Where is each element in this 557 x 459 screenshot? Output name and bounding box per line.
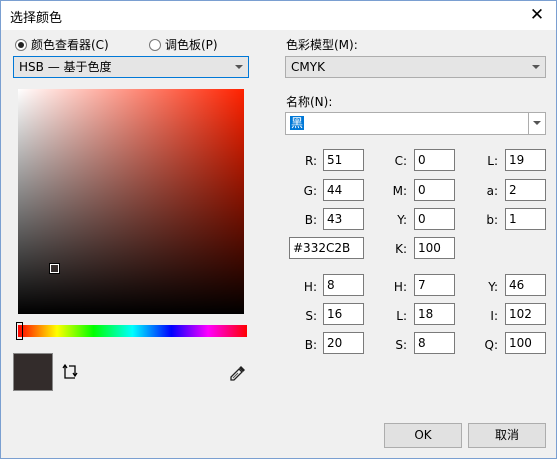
hls-l-label: L: xyxy=(396,309,407,323)
yiq-i-label: I: xyxy=(490,309,498,323)
c-field[interactable]: 0 xyxy=(414,149,455,171)
radio-dot xyxy=(15,38,27,51)
r-field[interactable]: 51 xyxy=(323,149,364,171)
yiq-q-label: Q: xyxy=(484,338,499,352)
hls-h-field[interactable]: 7 xyxy=(414,274,455,296)
radio-color-viewer[interactable]: 颜色查看器(C) xyxy=(15,36,109,53)
y-field[interactable]: 0 xyxy=(414,208,455,230)
viewer-select-value: HSB — 基于色度 xyxy=(19,60,112,74)
name-combobox[interactable]: 黑 xyxy=(285,112,546,135)
m-field[interactable]: 0 xyxy=(414,179,455,201)
name-value: 黑 xyxy=(290,116,305,130)
g-label: G: xyxy=(303,184,317,198)
m-label: M: xyxy=(392,184,407,198)
eyedropper-icon[interactable] xyxy=(229,364,247,382)
lab-b-label: b: xyxy=(486,213,498,227)
lab-a-label: a: xyxy=(486,184,498,198)
chevron-down-icon[interactable] xyxy=(528,113,545,134)
g-field[interactable]: 44 xyxy=(323,179,364,201)
hue-slider-handle[interactable] xyxy=(16,322,23,340)
yiq-y-field[interactable]: 46 xyxy=(505,274,546,296)
chevron-down-icon xyxy=(235,65,243,69)
yiq-q-field[interactable]: 100 xyxy=(505,332,546,354)
cancel-button[interactable]: 取消 xyxy=(468,423,546,448)
chevron-down-icon xyxy=(532,65,540,69)
hue-slider[interactable] xyxy=(18,325,247,337)
hsb-s-label: S: xyxy=(305,309,317,323)
radio-color-viewer-label: 颜色查看器(C) xyxy=(31,38,109,52)
lab-l-label: L: xyxy=(487,154,498,168)
sv-cursor[interactable] xyxy=(49,263,60,274)
hls-l-field[interactable]: 18 xyxy=(414,303,455,325)
radio-dot xyxy=(149,38,161,51)
close-icon[interactable]: ✕ xyxy=(524,3,550,27)
hsb-s-field[interactable]: 16 xyxy=(323,303,364,325)
lab-a-field[interactable]: 2 xyxy=(505,179,546,201)
radio-palette-label: 调色板(P) xyxy=(165,38,218,52)
lab-l-field[interactable]: 19 xyxy=(505,149,546,171)
hsb-b-field[interactable]: 20 xyxy=(323,332,364,354)
hsb-h-field[interactable]: 8 xyxy=(323,274,364,296)
yiq-i-field[interactable]: 102 xyxy=(505,303,546,325)
hsb-h-label: H: xyxy=(303,280,317,294)
hls-s-label: S: xyxy=(395,338,407,352)
color-model-label: 色彩模型(M): xyxy=(286,38,358,52)
title-bar: 选择颜色 ✕ xyxy=(1,1,556,30)
b-field[interactable]: 43 xyxy=(323,208,364,230)
c-label: C: xyxy=(394,154,407,168)
name-label: 名称(N): xyxy=(286,95,333,109)
hex-field[interactable]: #332C2B xyxy=(289,237,364,259)
saturation-brightness-area[interactable] xyxy=(18,89,244,314)
swap-icon[interactable] xyxy=(61,363,79,381)
hls-h-label: H: xyxy=(393,280,407,294)
color-dialog: 选择颜色 ✕ 颜色查看器(C) 调色板(P) HSB — 基于色度 色彩模型(M… xyxy=(0,0,557,459)
dialog-title: 选择颜色 xyxy=(10,11,63,26)
y-label: Y: xyxy=(397,213,407,227)
hsb-b-label: B: xyxy=(304,338,317,352)
hls-s-field[interactable]: 8 xyxy=(414,332,455,354)
b-label: B: xyxy=(304,213,317,227)
lab-b-field[interactable]: 1 xyxy=(505,208,546,230)
viewer-select[interactable]: HSB — 基于色度 xyxy=(13,56,249,78)
radio-palette[interactable]: 调色板(P) xyxy=(149,36,218,53)
ok-button[interactable]: OK xyxy=(384,423,462,448)
current-color-swatch xyxy=(13,353,53,391)
color-model-value: CMYK xyxy=(291,60,325,74)
k-field[interactable]: 100 xyxy=(414,237,455,259)
k-label: K: xyxy=(395,242,407,256)
r-label: R: xyxy=(304,154,317,168)
yiq-y-label: Y: xyxy=(488,280,498,294)
color-model-select[interactable]: CMYK xyxy=(285,56,546,78)
